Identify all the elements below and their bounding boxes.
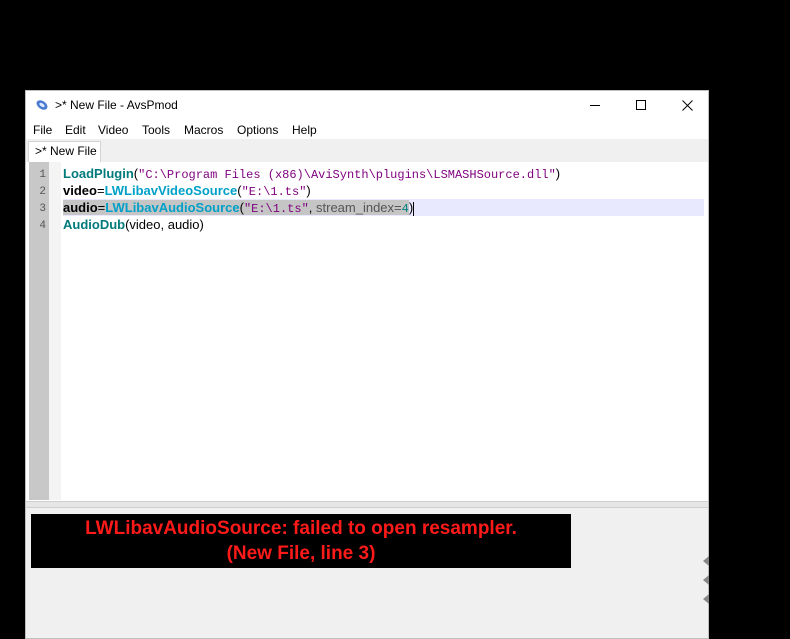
chevron-left-icon[interactable] [703,556,709,566]
line-number: 4 [39,220,46,232]
menu-macros[interactable]: Macros [184,123,223,137]
keyword: LoadPlugin [63,166,134,181]
function-name: LWLibavAudioSource [105,200,240,215]
chevron-left-icon[interactable] [703,575,709,585]
close-icon [682,100,693,111]
title-bar[interactable]: >* New File - AvsPmod [26,91,708,119]
tab-strip: >* New File [26,139,708,162]
tab-new-file[interactable]: >* New File [28,141,101,162]
number-literal: 4 [401,202,409,216]
script-editor[interactable]: 1 2 3 4 LoadPlugin("C:\Program Files (x8… [26,162,708,500]
line-number: 3 [39,203,46,215]
paren: ) [555,166,561,181]
argument-name: stream_index= [312,200,402,215]
menu-help[interactable]: Help [292,123,317,137]
variable: audio [63,200,98,215]
line-number: 2 [39,186,46,198]
menu-options[interactable]: Options [237,123,278,137]
selected-text: audio=LWLibavAudioSource("E:\1.ts", stre… [63,200,409,216]
code-line-1[interactable]: LoadPlugin("C:\Program Files (x86)\AviSy… [63,165,560,182]
error-location: (New File, line 3) [226,543,376,564]
app-window: >* New File - AvsPmod File Edit Video To… [25,90,709,639]
line-number: 1 [39,169,46,181]
string-literal: "E:\1.ts" [243,202,309,216]
minimize-button[interactable] [572,91,618,119]
function-name: LWLibavVideoSource [104,183,238,198]
variable: video [63,183,97,198]
video-preview-pane[interactable]: LWLibavAudioSource: failed to open resam… [26,508,708,638]
fold-margin[interactable] [49,162,61,500]
paren: ) [306,183,311,198]
menu-bar: File Edit Video Tools Macros Options Hel… [26,121,708,139]
close-button[interactable] [664,91,708,119]
code-line-4[interactable]: AudioDub(video, audio) [63,216,204,233]
menu-video[interactable]: Video [98,123,128,137]
menu-file[interactable]: File [33,123,52,137]
line-number-gutter: 1 2 3 4 [29,162,49,500]
avspmod-app-icon [36,100,48,110]
maximize-icon [636,100,646,110]
code-line-3-current[interactable]: audio=LWLibavAudioSource("E:\1.ts", stre… [63,199,704,216]
error-message: LWLibavAudioSource: failed to open resam… [85,518,517,539]
error-message-box: LWLibavAudioSource: failed to open resam… [31,514,571,568]
menu-tools[interactable]: Tools [142,123,170,137]
string-literal: "C:\Program Files (x86)\AviSynth\plugins… [138,168,556,182]
menu-edit[interactable]: Edit [65,123,86,137]
operator: = [96,183,105,198]
keyword: AudioDub [63,217,126,232]
text-cursor [413,201,415,216]
pane-splitter[interactable] [26,501,708,508]
code-line-2[interactable]: video=LWLibavVideoSource("E:\1.ts") [63,182,311,199]
minimize-icon [590,105,600,106]
chevron-left-icon[interactable] [703,594,709,604]
string-literal: "E:\1.ts" [241,185,307,199]
arguments: (video, audio) [125,217,204,232]
maximize-button[interactable] [618,91,664,119]
window-title: >* New File - AvsPmod [55,98,178,112]
